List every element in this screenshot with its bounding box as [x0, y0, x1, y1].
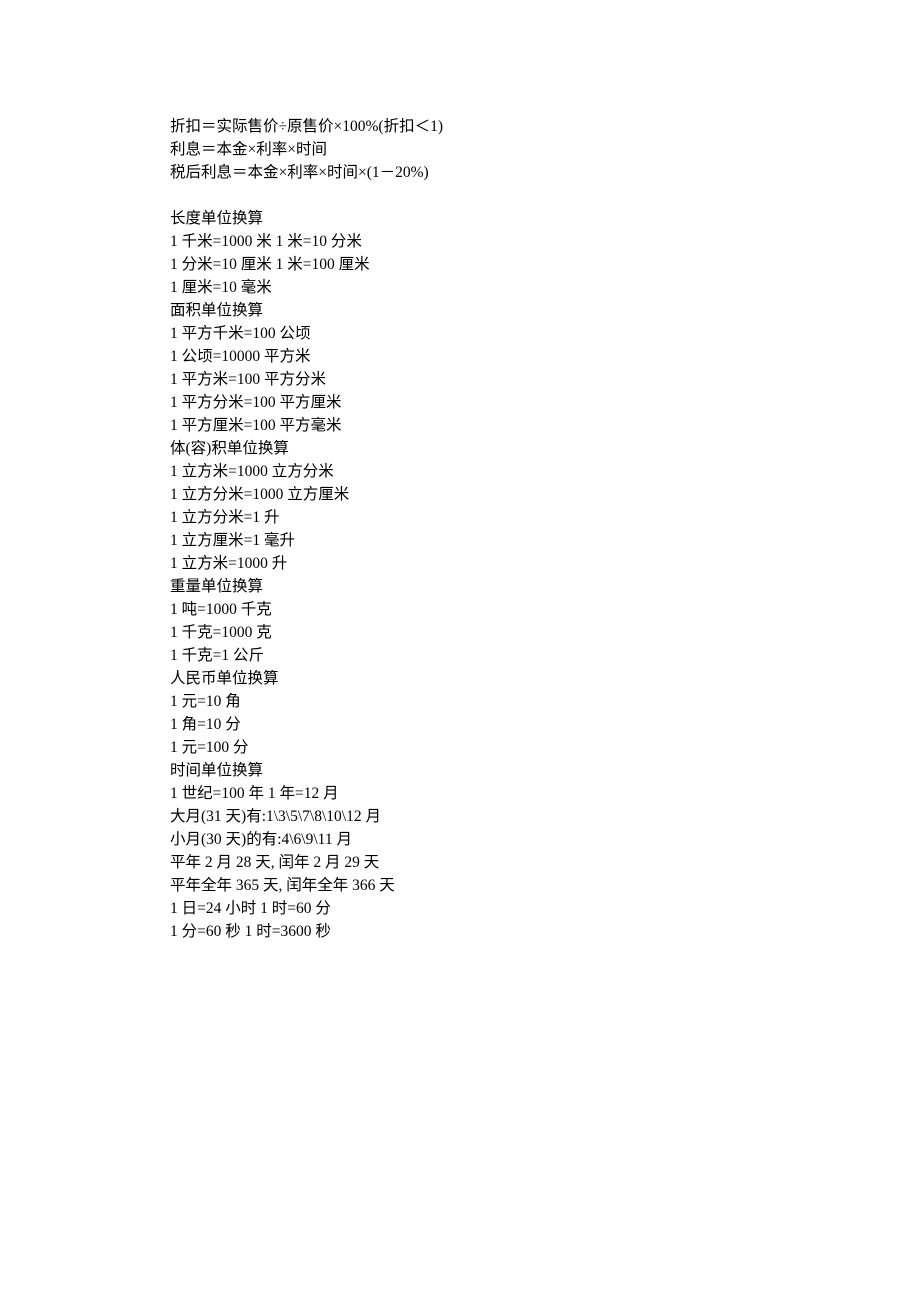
- text-line: 1 平方分米=100 平方厘米: [170, 391, 750, 414]
- paragraph-1: 折扣＝实际售价÷原售价×100%(折扣＜1) 利息＝本金×利率×时间 税后利息＝…: [170, 115, 750, 184]
- text-line: 折扣＝实际售价÷原售价×100%(折扣＜1): [170, 115, 750, 138]
- text-line: 面积单位换算: [170, 299, 750, 322]
- text-line: 1 千克=1000 克: [170, 621, 750, 644]
- text-line: 1 厘米=10 毫米: [170, 276, 750, 299]
- text-line: 1 元=10 角: [170, 690, 750, 713]
- text-line: 小月(30 天)的有:4\6\9\11 月: [170, 828, 750, 851]
- text-line: 税后利息＝本金×利率×时间×(1－20%): [170, 161, 750, 184]
- text-line: 1 立方米=1000 立方分米: [170, 460, 750, 483]
- text-line: 1 平方厘米=100 平方毫米: [170, 414, 750, 437]
- text-line: 1 平方米=100 平方分米: [170, 368, 750, 391]
- text-line: 1 立方分米=1000 立方厘米: [170, 483, 750, 506]
- text-line: 1 立方米=1000 升: [170, 552, 750, 575]
- text-line: 1 世纪=100 年 1 年=12 月: [170, 782, 750, 805]
- text-line: 1 吨=1000 千克: [170, 598, 750, 621]
- text-line: 1 千米=1000 米 1 米=10 分米: [170, 230, 750, 253]
- text-line: 1 公顷=10000 平方米: [170, 345, 750, 368]
- document-page: 折扣＝实际售价÷原售价×100%(折扣＜1) 利息＝本金×利率×时间 税后利息＝…: [0, 0, 920, 1302]
- text-line: 1 分米=10 厘米 1 米=100 厘米: [170, 253, 750, 276]
- text-line: 1 平方千米=100 公顷: [170, 322, 750, 345]
- paragraph-2: 长度单位换算 1 千米=1000 米 1 米=10 分米 1 分米=10 厘米 …: [170, 207, 750, 943]
- text-line: 平年全年 365 天, 闰年全年 366 天: [170, 874, 750, 897]
- text-line: 1 千克=1 公斤: [170, 644, 750, 667]
- text-line: 1 日=24 小时 1 时=60 分: [170, 897, 750, 920]
- text-line: 长度单位换算: [170, 207, 750, 230]
- text-line: 1 元=100 分: [170, 736, 750, 759]
- text-line: 1 立方分米=1 升: [170, 506, 750, 529]
- text-line: 1 分=60 秒 1 时=3600 秒: [170, 920, 750, 943]
- text-line: 1 角=10 分: [170, 713, 750, 736]
- text-line: 时间单位换算: [170, 759, 750, 782]
- text-line: 体(容)积单位换算: [170, 437, 750, 460]
- text-line: 大月(31 天)有:1\3\5\7\8\10\12 月: [170, 805, 750, 828]
- text-line: 1 立方厘米=1 毫升: [170, 529, 750, 552]
- text-line: 平年 2 月 28 天, 闰年 2 月 29 天: [170, 851, 750, 874]
- text-line: 重量单位换算: [170, 575, 750, 598]
- text-line: 人民币单位换算: [170, 667, 750, 690]
- text-line: 利息＝本金×利率×时间: [170, 138, 750, 161]
